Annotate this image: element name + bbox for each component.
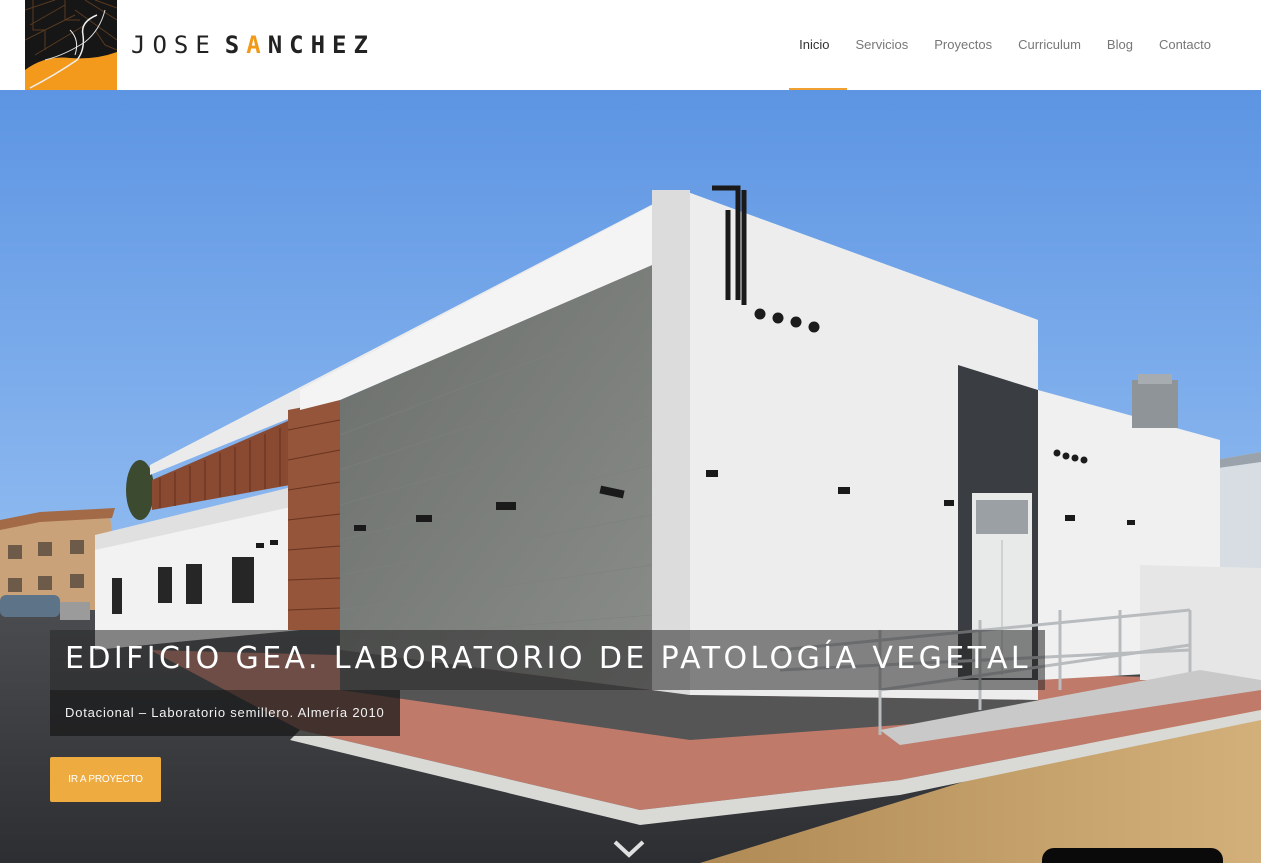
logo-icon[interactable] — [25, 0, 117, 90]
nav-active-indicator — [789, 88, 847, 90]
slide-title: EDIFICIO GEA. LABORATORIO DE PATOLOGÍA V… — [50, 630, 1046, 690]
hero-image — [0, 90, 1261, 863]
brand-name[interactable]: JOSE SANCHEZ — [131, 31, 375, 59]
nav-item-inicio[interactable]: Inicio — [786, 36, 842, 54]
hero-slider: EDIFICIO GEA. LABORATORIO DE PATOLOGÍA V… — [0, 90, 1261, 863]
brand-last-name-accent: A — [246, 31, 268, 59]
nav-item-curriculum[interactable]: Curriculum — [1005, 36, 1094, 54]
chat-widget-tab[interactable] — [1042, 848, 1223, 863]
brand-last-name: SANCHEZ — [225, 31, 375, 59]
brand-last-name-pre: S — [224, 31, 247, 59]
main-nav: Inicio Servicios Proyectos Curriculum Bl… — [786, 36, 1224, 54]
nav-item-servicios[interactable]: Servicios — [843, 36, 922, 54]
nav-item-blog[interactable]: Blog — [1094, 36, 1146, 54]
slide-subtitle: Dotacional – Laboratorio semillero. Alme… — [50, 690, 400, 736]
brand-last-name-post: NCHEZ — [267, 31, 375, 59]
chevron-down-icon[interactable] — [612, 838, 646, 860]
nav-item-contacto[interactable]: Contacto — [1146, 36, 1224, 54]
brand-first-name: JOSE — [131, 31, 217, 59]
go-to-project-button[interactable]: IR A PROYECTO — [50, 757, 161, 802]
nav-item-proyectos[interactable]: Proyectos — [921, 36, 1005, 54]
site-header: JOSE SANCHEZ Inicio Servicios Proyectos C… — [0, 0, 1261, 90]
